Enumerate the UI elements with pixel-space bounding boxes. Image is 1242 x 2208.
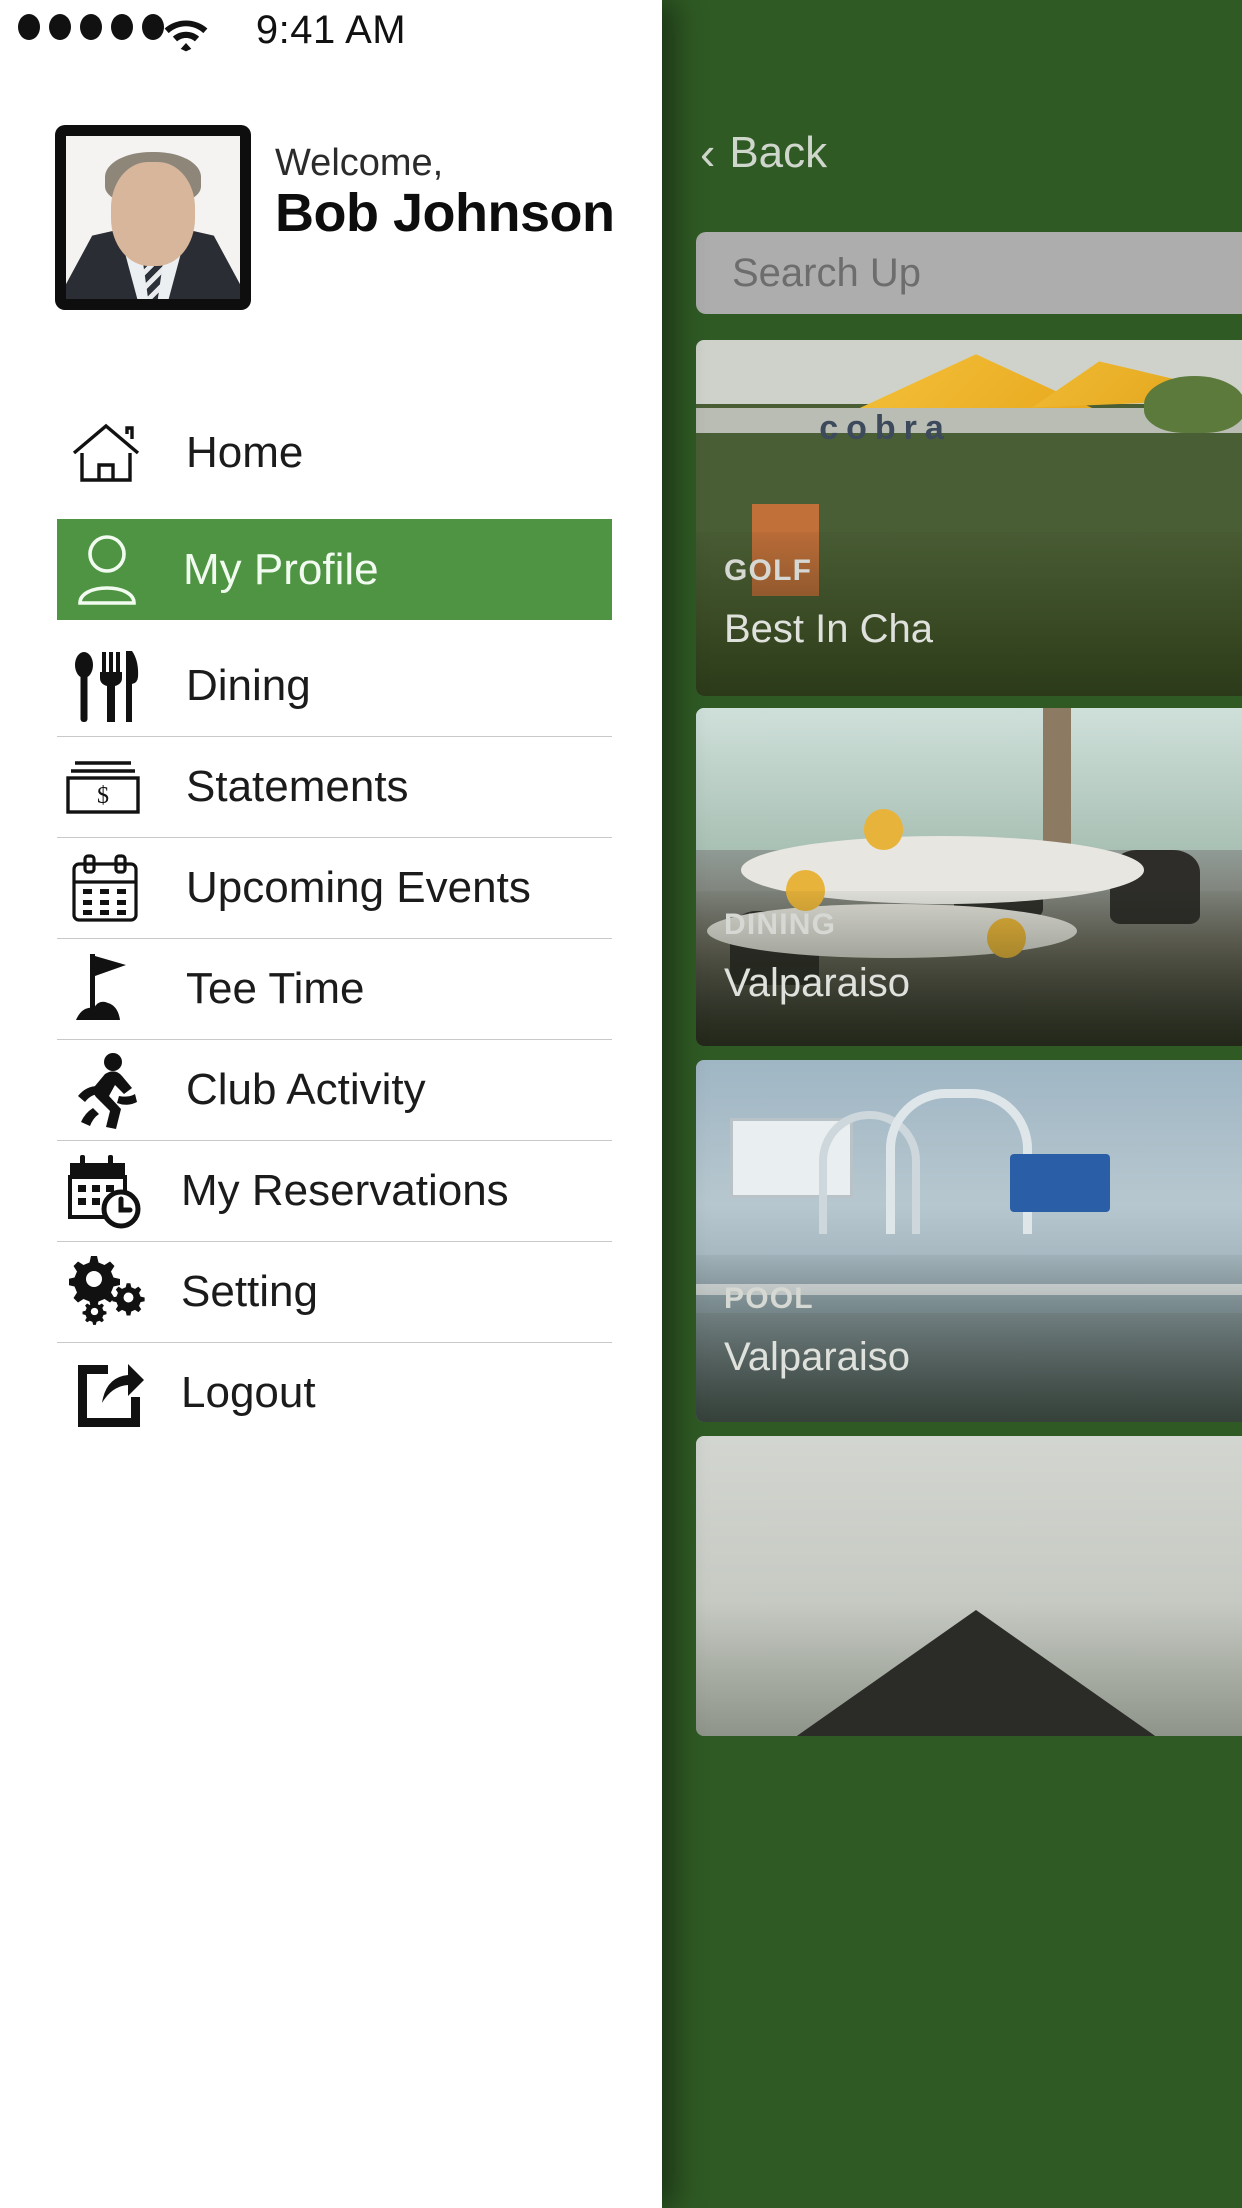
menu-item-dining[interactable]: Dining — [0, 636, 662, 736]
search-placeholder-text: Search Up — [732, 250, 921, 295]
svg-text:$: $ — [97, 783, 109, 809]
menu-item-label: Home — [186, 428, 304, 477]
menu-item-label: Statements — [186, 762, 409, 811]
back-label: Back — [729, 128, 828, 177]
drawer-menu: Home My Profile Dining $ Statements Upco… — [0, 403, 662, 1443]
menu-spacer — [0, 620, 662, 636]
menu-item-setting[interactable]: Setting — [0, 1242, 662, 1342]
card-golf[interactable]: cobra GOLF Best In Cha — [696, 340, 1242, 696]
menu-item-upcoming-events[interactable]: Upcoming Events — [0, 838, 662, 938]
menu-item-label: My Profile — [183, 544, 379, 594]
user-name: Bob Johnson — [275, 183, 615, 243]
calendar-icon — [62, 845, 148, 931]
person-icon — [64, 527, 150, 613]
running-person-icon — [60, 1047, 146, 1133]
card-dining[interactable]: DINING Valparaiso — [696, 708, 1242, 1046]
menu-item-label: Setting — [181, 1267, 318, 1316]
card-category: GOLF — [724, 554, 813, 587]
menu-item-statements[interactable]: $ Statements — [0, 737, 662, 837]
cutlery-icon — [64, 643, 150, 729]
menu-item-home[interactable]: Home — [0, 403, 662, 503]
search-input[interactable]: Search Up — [696, 232, 1242, 314]
building-photo — [696, 1436, 1242, 1736]
card-title: Best In Cha — [724, 607, 934, 651]
menu-item-label: Logout — [181, 1368, 316, 1417]
menu-item-logout[interactable]: Logout — [0, 1343, 662, 1443]
menu-item-my-profile[interactable]: My Profile — [57, 519, 612, 620]
menu-item-label: My Reservations — [181, 1166, 509, 1215]
avatar[interactable] — [55, 125, 251, 310]
menu-spacer — [0, 503, 662, 519]
money-bills-icon: $ — [60, 744, 146, 830]
back-button[interactable]: ‹ Back — [700, 128, 827, 178]
profile-header: Welcome, Bob Johnson — [0, 120, 662, 320]
logout-icon — [65, 1350, 151, 1436]
card-pool[interactable]: POOL Valparaiso — [696, 1060, 1242, 1422]
menu-item-label: Upcoming Events — [186, 863, 531, 912]
menu-item-label: Dining — [186, 661, 311, 710]
status-bar: 9:41 AM — [0, 0, 662, 66]
menu-item-tee-time[interactable]: Tee Time — [0, 939, 662, 1039]
menu-item-label: Tee Time — [186, 964, 365, 1013]
golf-flag-icon — [62, 946, 148, 1032]
chevron-left-icon: ‹ — [700, 127, 716, 179]
main-content-panel: ‹ Back Search Up cobra GOLF Best In Cha — [676, 0, 1242, 2208]
navigation-drawer: 9:41 AM Welcome, Bob Johnson Home My Pro… — [0, 0, 662, 2208]
home-icon — [63, 410, 149, 496]
card-title: Valparaiso — [724, 961, 911, 1005]
card-category: DINING — [724, 908, 837, 941]
card-title: Valparaiso — [724, 1335, 911, 1379]
menu-item-my-reservations[interactable]: My Reservations — [0, 1141, 662, 1241]
card-category: POOL — [724, 1282, 814, 1315]
calendar-clock-icon — [62, 1148, 148, 1234]
menu-item-label: Club Activity — [186, 1065, 426, 1114]
status-time: 9:41 AM — [255, 8, 407, 52]
welcome-label: Welcome, — [275, 142, 444, 184]
card-next[interactable] — [696, 1436, 1242, 1736]
gears-icon — [66, 1249, 152, 1335]
menu-item-club-activity[interactable]: Club Activity — [0, 1040, 662, 1140]
